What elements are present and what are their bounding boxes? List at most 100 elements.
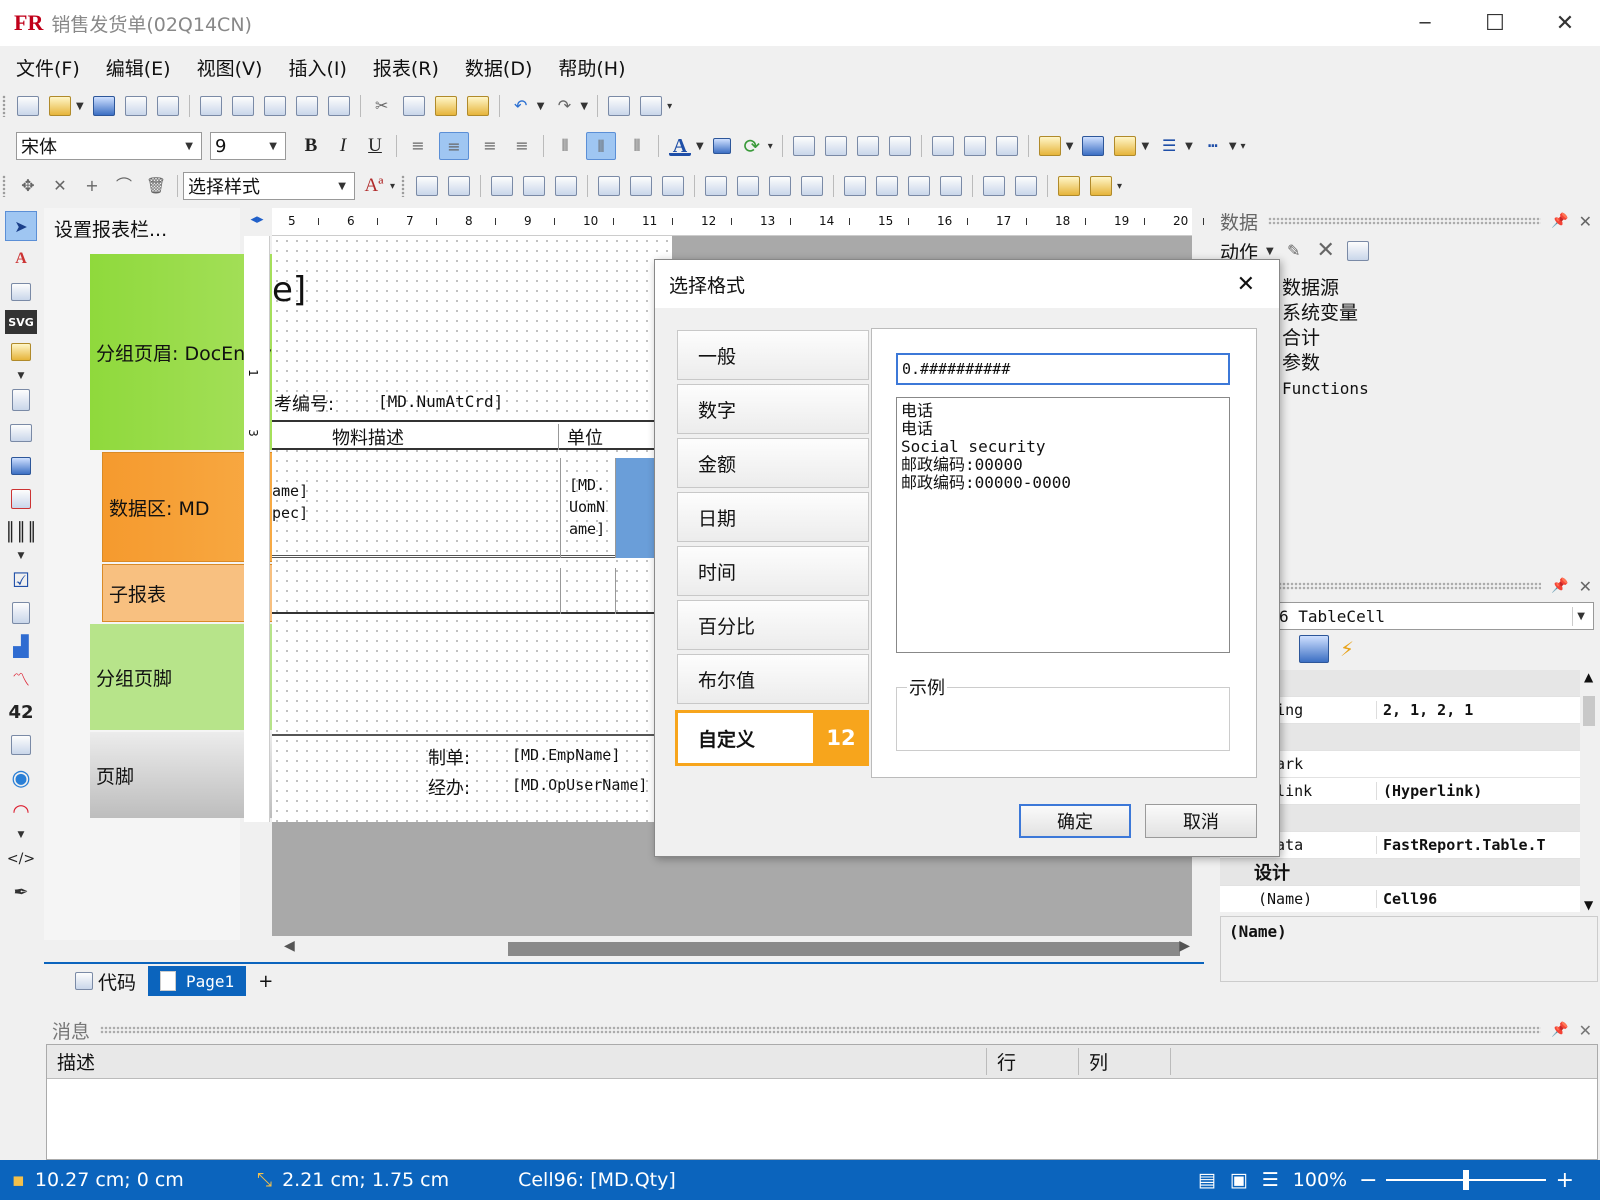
add-page-button[interactable]: + bbox=[258, 971, 273, 992]
valign-center-icon[interactable]: ⦀ bbox=[586, 132, 616, 160]
property-value[interactable]: Cell96 bbox=[1376, 890, 1580, 908]
props-scroll-up-icon[interactable]: ▲ bbox=[1584, 670, 1593, 684]
html-object-icon[interactable]: </> bbox=[5, 844, 37, 874]
align-centers-icon[interactable] bbox=[448, 176, 471, 196]
maker-field[interactable]: [MD.EmpName] bbox=[512, 746, 620, 764]
border-bottom-icon[interactable] bbox=[824, 136, 847, 156]
properties-view-icon[interactable] bbox=[1299, 635, 1329, 663]
category-general[interactable]: 一般 bbox=[677, 330, 869, 380]
align-left-icon[interactable]: ≡ bbox=[407, 136, 429, 156]
matrix-object-icon[interactable] bbox=[5, 451, 37, 481]
category-date[interactable]: 日期 bbox=[677, 492, 869, 542]
same-height-icon[interactable] bbox=[662, 176, 685, 196]
category-number[interactable]: 数字 bbox=[677, 384, 869, 434]
property-value[interactable]: (Hyperlink) bbox=[1376, 782, 1580, 800]
properties-close-icon[interactable]: ✕ bbox=[1579, 577, 1592, 596]
fill-editor-icon[interactable] bbox=[1082, 136, 1105, 156]
menu-edit[interactable]: 编辑(E) bbox=[106, 54, 171, 81]
props-scroll-down-icon[interactable]: ▼ bbox=[1584, 898, 1593, 912]
curve-icon[interactable]: ⌒ bbox=[113, 176, 135, 196]
remove-space-icon[interactable] bbox=[908, 176, 931, 196]
expand-more-icon[interactable]: ▼ bbox=[5, 370, 37, 382]
space-vertical-icon[interactable] bbox=[737, 176, 760, 196]
format-template-item[interactable]: Social security bbox=[901, 438, 1225, 456]
scroll-left-icon[interactable]: ◀ bbox=[284, 938, 295, 954]
ungroup-icon[interactable] bbox=[640, 96, 663, 116]
style-editor-icon[interactable]: Aª bbox=[363, 176, 385, 196]
view-normal-icon[interactable]: ▤ bbox=[1198, 1169, 1216, 1191]
same-width-icon[interactable] bbox=[630, 176, 653, 196]
picture-object-icon[interactable] bbox=[5, 277, 37, 307]
splitter-handle-icon[interactable]: ◂▸ bbox=[244, 212, 270, 232]
new-dialog-icon[interactable] bbox=[231, 96, 254, 116]
group-icon[interactable] bbox=[608, 96, 631, 116]
format-template-item[interactable]: 邮政编码:00000 bbox=[901, 456, 1225, 474]
select-pointer-icon[interactable]: ➤ bbox=[5, 211, 37, 241]
messages-pin-icon[interactable]: 📌 bbox=[1551, 1022, 1568, 1038]
messages-col-desc[interactable]: 描述 bbox=[47, 1048, 987, 1075]
sparkline-object-icon[interactable]: 〽 bbox=[5, 664, 37, 694]
line-width-dropdown-icon[interactable]: ▼ bbox=[1185, 141, 1193, 152]
align-right-icon[interactable]: ≡ bbox=[479, 136, 501, 156]
dialog-close-icon[interactable]: ✕ bbox=[1237, 272, 1255, 297]
pin-icon[interactable]: 📌 bbox=[1551, 213, 1568, 229]
new-page-icon[interactable] bbox=[199, 96, 222, 116]
border-overflow-icon[interactable]: ▾ bbox=[1241, 141, 1246, 152]
valign-top-icon[interactable]: ⦀ bbox=[554, 136, 576, 156]
bands-header[interactable]: 设置报表栏... bbox=[44, 208, 240, 248]
bold-icon[interactable]: B bbox=[300, 136, 322, 156]
redo-icon[interactable]: ↷ bbox=[553, 96, 575, 116]
expand-more-icon-3[interactable]: ▼ bbox=[5, 829, 37, 841]
open-dropdown-icon[interactable]: ▼ bbox=[76, 101, 84, 112]
tree-item-totals[interactable]: 合计 bbox=[1282, 326, 1369, 351]
toolbar-overflow-icon[interactable]: ▾ bbox=[667, 101, 672, 112]
copy-icon[interactable] bbox=[402, 96, 425, 116]
category-time[interactable]: 时间 bbox=[677, 546, 869, 596]
item-name-field[interactable]: ame] bbox=[272, 482, 308, 500]
text-color-dropdown-icon[interactable]: ▼ bbox=[696, 141, 704, 152]
svg-object-icon[interactable]: SVG bbox=[5, 310, 37, 334]
font-name-select[interactable]: 宋体 ▼ bbox=[16, 132, 202, 160]
line-width-icon[interactable]: ☰ bbox=[1158, 136, 1180, 156]
view-list-icon[interactable]: ☰ bbox=[1262, 1169, 1279, 1191]
zoom-in-button[interactable]: + bbox=[1556, 1168, 1574, 1193]
property-section[interactable]: 设计 bbox=[1220, 859, 1580, 886]
preview-icon[interactable] bbox=[156, 96, 179, 116]
menu-data[interactable]: 数据(D) bbox=[465, 54, 532, 81]
report-page[interactable]: e] 考编号: [MD.NumAtCrd] 物料描述 单位 ame] pec] … bbox=[272, 236, 672, 822]
space-horizontal-icon[interactable] bbox=[705, 176, 728, 196]
align-bottoms-icon[interactable] bbox=[598, 176, 621, 196]
messages-col-col[interactable]: 列 bbox=[1079, 1048, 1171, 1075]
property-row[interactable]: (Name) Cell96 bbox=[1220, 886, 1580, 912]
table-object-icon[interactable] bbox=[5, 418, 37, 448]
increase-space-icon[interactable] bbox=[844, 176, 867, 196]
category-boolean[interactable]: 布尔值 bbox=[677, 654, 869, 704]
align-center-icon[interactable]: ≡ bbox=[439, 132, 469, 160]
tree-item-sysvars[interactable]: 系统变量 bbox=[1282, 301, 1369, 326]
new-report-icon[interactable] bbox=[17, 96, 39, 116]
align-middles-icon[interactable] bbox=[555, 176, 578, 196]
border-editor-icon[interactable] bbox=[995, 136, 1018, 156]
undo-icon[interactable]: ↶ bbox=[510, 96, 532, 116]
delete-page-icon[interactable] bbox=[295, 96, 318, 116]
layout-overflow-icon[interactable]: ▾ bbox=[1117, 181, 1122, 192]
category-percent[interactable]: 百分比 bbox=[677, 600, 869, 650]
menu-view[interactable]: 视图(V) bbox=[197, 54, 263, 81]
tree-item-functions[interactable]: Functions bbox=[1282, 376, 1369, 401]
rotate-icon[interactable]: ⟳ bbox=[741, 136, 763, 156]
richtext-object-icon[interactable] bbox=[5, 598, 37, 628]
cellular-text-icon[interactable] bbox=[5, 730, 37, 760]
save-all-icon[interactable] bbox=[124, 96, 147, 116]
col-material-desc[interactable]: 物料描述 bbox=[332, 424, 404, 450]
center-vertical-icon[interactable] bbox=[801, 176, 824, 196]
props-scrollbar[interactable]: ▲ ▼ bbox=[1580, 670, 1598, 912]
highlight-icon[interactable] bbox=[712, 138, 731, 154]
shape-object-icon[interactable] bbox=[5, 337, 37, 367]
italic-icon[interactable]: I bbox=[332, 136, 354, 156]
text-overflow-icon[interactable]: ▾ bbox=[768, 141, 773, 152]
events-icon[interactable]: ⚡ bbox=[1340, 637, 1354, 661]
property-value[interactable]: 2, 1, 2, 1 bbox=[1376, 701, 1580, 719]
justify-icon[interactable]: ≡ bbox=[511, 136, 533, 156]
center-in-band-icon[interactable] bbox=[983, 176, 1006, 196]
border-all-icon[interactable] bbox=[931, 136, 954, 156]
